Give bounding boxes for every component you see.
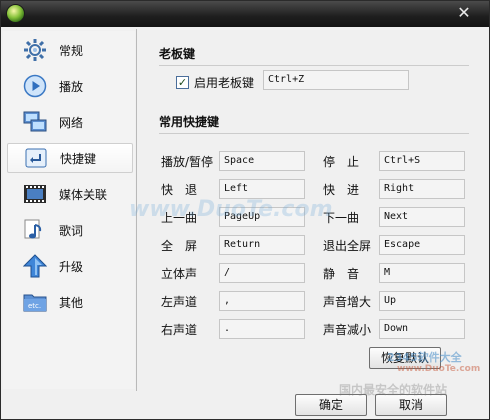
shortcut-field-rewind[interactable]: Left: [219, 179, 305, 199]
shortcut-label: 退出全屏: [323, 239, 372, 253]
shortcut-field-right-channel[interactable]: .: [219, 319, 305, 339]
shortcut-label: 快 退: [161, 183, 198, 197]
settings-window: ✕ 常规 播放 网络 快捷键 媒体关联 歌词 升级 etc. 其他 老板键 ✓ …: [0, 0, 490, 420]
shortcut-label: 全 屏: [161, 239, 198, 253]
cancel-button[interactable]: 取消: [375, 394, 447, 416]
boss-key-field[interactable]: Ctrl+Z: [263, 70, 409, 90]
film-icon: [23, 182, 47, 206]
sidebar-item-label: 快捷键: [60, 151, 97, 166]
gear-icon: [23, 38, 47, 62]
shortcut-field-next-track[interactable]: Next: [379, 207, 465, 227]
sidebar-divider: [136, 29, 137, 391]
sidebar-item-other[interactable]: etc. 其他: [7, 287, 133, 317]
restore-default-button[interactable]: 恢复默认: [369, 347, 441, 369]
shortcut-field-fast-forward[interactable]: Right: [379, 179, 465, 199]
shortcut-field-mute[interactable]: M: [379, 263, 465, 283]
sidebar-item-label: 播放: [59, 79, 84, 94]
section-divider: [159, 65, 469, 66]
enable-boss-key-label: 启用老板键: [194, 76, 255, 90]
sidebar-item-media-association[interactable]: 媒体关联: [7, 179, 133, 209]
sidebar-item-lyrics[interactable]: 歌词: [7, 215, 133, 245]
music-note-icon: [23, 218, 47, 242]
close-icon[interactable]: ✕: [453, 3, 475, 23]
shortcut-label: 停 止: [323, 155, 360, 169]
shortcut-label: 快 进: [323, 183, 360, 197]
network-icon: [23, 110, 47, 134]
shortcut-field-stop[interactable]: Ctrl+S: [379, 151, 465, 171]
sidebar-item-upgrade[interactable]: 升级: [7, 251, 133, 281]
svg-text:etc.: etc.: [28, 302, 41, 310]
shortcut-field-left-channel[interactable]: ,: [219, 291, 305, 311]
sidebar-item-label: 媒体关联: [59, 187, 108, 202]
shortcut-label: 播放/暂停: [161, 155, 214, 169]
section-divider: [159, 133, 469, 134]
sidebar-item-label: 其他: [59, 295, 84, 310]
sidebar-item-shortcuts[interactable]: 快捷键: [7, 143, 133, 173]
shortcut-label: 静 音: [323, 267, 360, 281]
sidebar-item-network[interactable]: 网络: [7, 107, 133, 137]
shortcut-field-volume-down[interactable]: Down: [379, 319, 465, 339]
play-icon: [23, 74, 47, 98]
shortcut-field-volume-up[interactable]: Up: [379, 291, 465, 311]
shortcut-field-exit-fullscreen[interactable]: Escape: [379, 235, 465, 255]
shortcut-field-stereo[interactable]: /: [219, 263, 305, 283]
shortcut-label: 右声道: [161, 323, 198, 337]
shortcut-field-previous-track[interactable]: PageUp: [219, 207, 305, 227]
dialog-button-bar: 确定 取消: [1, 391, 489, 419]
shortcut-label: 声音增大: [323, 295, 372, 309]
upgrade-arrow-icon: [23, 254, 47, 278]
enable-boss-key-checkbox[interactable]: ✓: [176, 76, 189, 89]
sidebar-item-label: 歌词: [59, 223, 84, 238]
boss-key-section-title: 老板键: [159, 47, 196, 61]
shortcut-label: 声音减小: [323, 323, 372, 337]
sidebar-item-label: 网络: [59, 115, 84, 130]
sidebar-item-playback[interactable]: 播放: [7, 71, 133, 101]
shortcut-label: 立体声: [161, 267, 198, 281]
sidebar-item-general[interactable]: 常规: [7, 35, 133, 65]
shortcuts-section-title: 常用快捷键: [159, 115, 220, 129]
etc-folder-icon: etc.: [23, 290, 47, 314]
shortcut-icon: [24, 146, 48, 170]
shortcut-label: 下一曲: [323, 211, 360, 225]
shortcut-label: 上一曲: [161, 211, 198, 225]
sidebar-item-label: 升级: [59, 259, 84, 274]
ok-button[interactable]: 确定: [295, 394, 367, 416]
sidebar-item-label: 常规: [59, 43, 84, 58]
shortcut-field-play-pause[interactable]: Space: [219, 151, 305, 171]
shortcut-settings-panel: 老板键 ✓ 启用老板键 Ctrl+Z 常用快捷键 播放/暂停 Space 快 退…: [139, 29, 487, 391]
app-logo-icon: [6, 4, 25, 23]
title-bar[interactable]: ✕: [1, 1, 489, 27]
sidebar: 常规 播放 网络 快捷键 媒体关联 歌词 升级 etc. 其他: [3, 31, 135, 389]
shortcut-field-fullscreen[interactable]: Return: [219, 235, 305, 255]
shortcut-label: 左声道: [161, 295, 198, 309]
